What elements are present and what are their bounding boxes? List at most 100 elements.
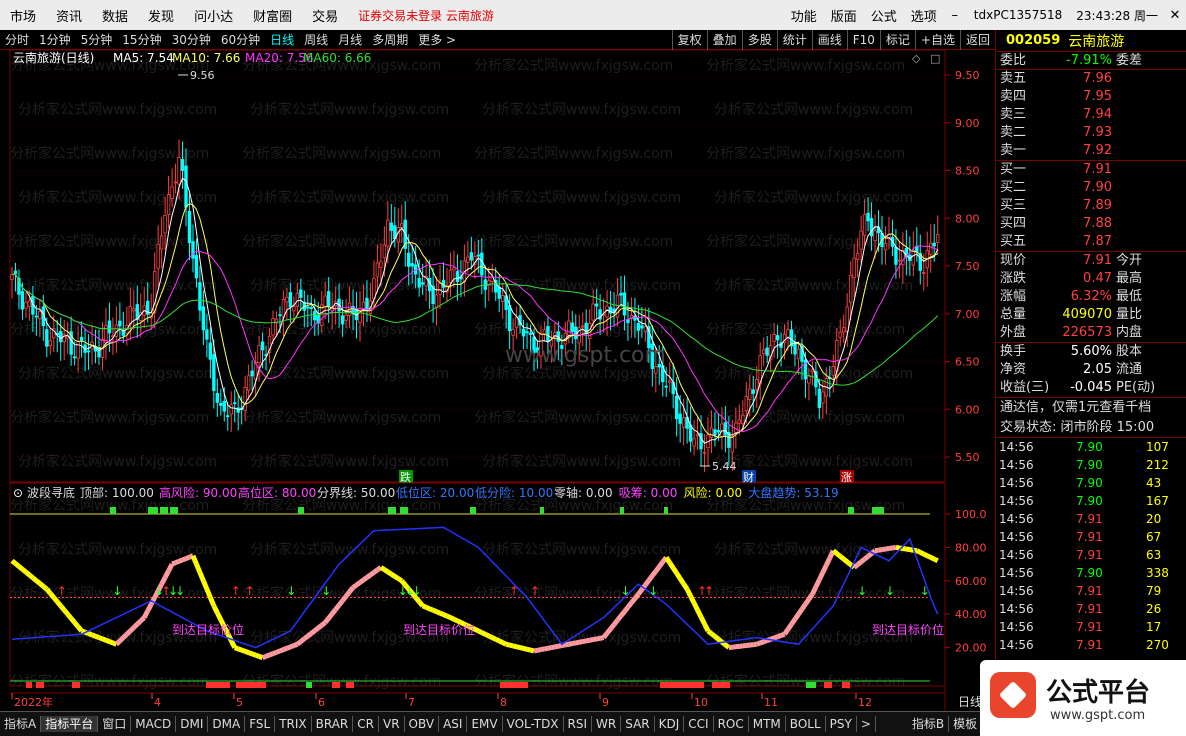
indicator-tab[interactable]: 窗口 xyxy=(98,716,132,732)
oscillator-segment xyxy=(340,594,349,603)
menu-item-discover[interactable]: 发现 xyxy=(138,6,184,25)
indicator-tab[interactable]: 模板 xyxy=(949,716,983,732)
oscillator-segment xyxy=(785,622,794,631)
draw-line-button[interactable]: 画线 xyxy=(811,30,847,50)
stock-name[interactable]: 云南旅游 xyxy=(1068,31,1124,51)
period-tab-monthly[interactable]: 月线 xyxy=(333,31,367,48)
x-tick-label: 4 xyxy=(154,696,161,709)
sell-arrow-icon: ↓ xyxy=(920,584,930,598)
menu-item-wealth[interactable]: 财富圈 xyxy=(243,6,302,25)
menu-item-news[interactable]: 资讯 xyxy=(46,6,92,25)
indicator-tab[interactable]: CR xyxy=(353,716,379,732)
oscillator-segment xyxy=(852,562,860,570)
oscillator-segment xyxy=(355,580,362,588)
event-marker-up-text: 涨 xyxy=(841,471,852,484)
indicator-gear-icon[interactable]: ⊙ xyxy=(13,486,23,500)
indicator-tab[interactable]: KDJ xyxy=(655,716,685,732)
indicator-tab[interactable]: TRIX xyxy=(275,716,312,732)
pane-collapse-icon[interactable]: □ xyxy=(930,52,940,65)
menu-item-trade[interactable]: 交易 xyxy=(302,6,348,25)
oscillator-segment xyxy=(859,557,867,564)
indicator-tab[interactable]: ASI xyxy=(439,716,468,732)
stock-code[interactable]: 002059 xyxy=(1006,33,1060,48)
mark-button[interactable]: 标记 xyxy=(879,30,915,50)
tick-list[interactable]: 14:56 7.90 107 14:56 7.90 212 14:56 7.90 43 14:56… xyxy=(996,438,1186,654)
indicator-tab[interactable]: MTM xyxy=(749,716,786,732)
restore-rights-button[interactable]: 复权 xyxy=(671,30,707,50)
oscillator-segment xyxy=(428,606,435,613)
indicator-tab[interactable]: 指标平台 xyxy=(41,716,99,732)
menu-item-ask[interactable]: 问小达 xyxy=(184,6,243,25)
pane-settings-icon[interactable]: ◇ xyxy=(912,52,921,65)
indicator-tab[interactable]: FSL xyxy=(245,716,276,732)
oscillator-segment xyxy=(671,566,679,575)
indicator-tab[interactable]: ROC xyxy=(714,716,749,732)
f10-button[interactable]: F10 xyxy=(846,30,880,50)
user-id[interactable]: tdxPC1357518 xyxy=(966,8,1070,22)
indicator-tab[interactable]: > xyxy=(857,716,876,732)
period-tab-more[interactable]: 更多 > xyxy=(413,31,461,48)
indicator-tab[interactable]: OBV xyxy=(405,716,440,732)
indicator-tab[interactable]: DMA xyxy=(208,716,246,732)
oscillator-segment xyxy=(615,614,623,622)
candle-body xyxy=(135,304,139,320)
quote-stat-label: 涨幅 xyxy=(1000,289,1027,304)
oscillator-segment xyxy=(292,641,299,648)
multi-stock-button[interactable]: 多股 xyxy=(741,30,777,50)
indicator-tab[interactable]: WR xyxy=(592,716,622,732)
menu-item-market[interactable]: 市场 xyxy=(0,6,46,25)
oscillator-segment xyxy=(275,648,281,655)
ad-banner[interactable]: 通达信，仅需1元查看千档 xyxy=(996,398,1186,418)
login-warning[interactable]: 证券交易未登录 云南旅游 xyxy=(358,7,494,24)
period-tab-30min[interactable]: 30分钟 xyxy=(167,31,216,48)
menu-item-options[interactable]: 选项 xyxy=(904,6,944,25)
menu-item-data[interactable]: 数据 xyxy=(92,6,138,25)
statistics-button[interactable]: 统计 xyxy=(776,30,812,50)
menu-item-formula[interactable]: 公式 xyxy=(864,6,904,25)
tick-price: 7.91 xyxy=(1076,548,1103,562)
oscillator-segment xyxy=(664,556,672,565)
back-button[interactable]: 返回 xyxy=(959,30,995,50)
oscillator-segment xyxy=(601,631,610,640)
menu-item-layout[interactable]: 版面 xyxy=(824,6,864,25)
oscillator-segment xyxy=(421,603,428,610)
overlay-button[interactable]: 叠加 xyxy=(706,30,742,50)
ask-level-value: 7.92 xyxy=(1083,143,1112,158)
candle-body xyxy=(448,269,453,283)
tick-time: 14:56 xyxy=(999,476,1034,490)
indicator-tick-label: 80.00 xyxy=(955,541,987,554)
risk-marker xyxy=(664,507,668,514)
period-tab-weekly[interactable]: 周线 xyxy=(299,31,333,48)
high-price-label: 9.56 xyxy=(190,69,215,82)
menu-item-function[interactable]: 功能 xyxy=(784,6,824,25)
oscillator-segment xyxy=(561,642,566,649)
indicator-tab[interactable]: PSY xyxy=(826,716,857,732)
period-tab-15min[interactable]: 15分钟 xyxy=(117,31,166,48)
indicator-tab[interactable]: EMV xyxy=(467,716,503,732)
period-tab-60min[interactable]: 60分钟 xyxy=(216,31,265,48)
minimize-icon[interactable]: – xyxy=(944,8,966,23)
indicator-tab[interactable]: BOLL xyxy=(786,716,826,732)
indicator-tab[interactable]: VOL-TDX xyxy=(503,716,564,732)
indicator-tab[interactable]: BRAR xyxy=(312,716,354,732)
target-price-annotation: 到达目标价位 xyxy=(403,622,475,637)
oscillator-segment xyxy=(477,628,483,635)
period-tab-timeshare[interactable]: 分时 xyxy=(0,31,34,48)
indicator-tab[interactable]: VR xyxy=(379,716,405,732)
indicator-tab[interactable]: 指标A xyxy=(0,716,42,732)
indicator-tab[interactable]: DMI xyxy=(176,716,209,732)
period-tab-1min[interactable]: 1分钟 xyxy=(34,31,76,48)
indicator-tab[interactable]: SAR xyxy=(621,716,655,732)
period-tab-daily[interactable]: 日线 xyxy=(265,31,299,48)
close-icon[interactable]: ✕ xyxy=(1164,8,1186,23)
period-tab-multi[interactable]: 多周期 xyxy=(367,31,413,48)
add-watchlist-button[interactable]: +自选 xyxy=(914,30,960,50)
indicator-tab[interactable]: CCI xyxy=(684,716,714,732)
candle-body xyxy=(713,429,717,436)
kline-chart-area[interactable]: 分析家公式网www.fxjgsw.com 分析家公式网www.fxjgsw.com… xyxy=(0,50,995,711)
indicator-tab[interactable]: RSI xyxy=(564,716,593,732)
candle-body xyxy=(772,334,776,342)
period-tab-5min[interactable]: 5分钟 xyxy=(76,31,118,48)
indicator-tab[interactable]: 指标B xyxy=(908,716,950,732)
indicator-tab[interactable]: MACD xyxy=(131,716,177,732)
